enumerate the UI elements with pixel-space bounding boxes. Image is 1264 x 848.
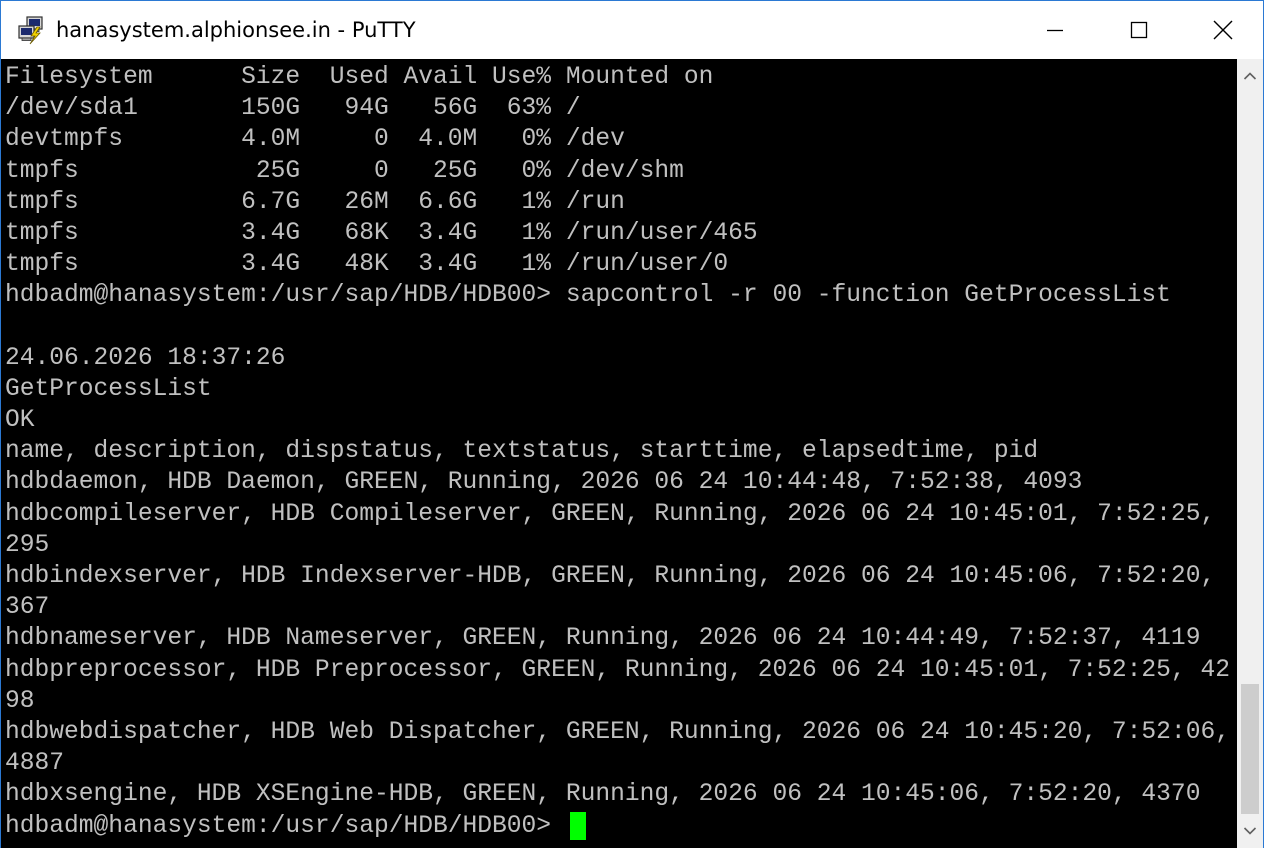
title-bar[interactable]: hanasystem.alphionsee.in - PuTTY: [1, 1, 1263, 59]
scroll-up-button[interactable]: [1237, 59, 1263, 93]
terminal-line: hdbindexserver, HDB Indexserver-HDB, GRE…: [5, 563, 1216, 590]
terminal-line: hdbpreprocessor, HDB Preprocessor, GREEN…: [5, 656, 1230, 684]
close-icon: [1213, 20, 1233, 40]
minimize-button[interactable]: [1013, 1, 1097, 59]
close-button[interactable]: [1181, 1, 1264, 59]
terminal-line: name, description, dispstatus, textstatu…: [5, 438, 1039, 466]
terminal-line: 295: [5, 531, 50, 559]
text-cursor: [569, 812, 586, 841]
putty-icon[interactable]: [17, 15, 47, 45]
terminal-line: tmpfs 3.4G 68K 3.4G 1% /run/user/465: [5, 219, 758, 247]
scroll-thumb[interactable]: [1241, 684, 1259, 814]
terminal-line: /dev/sda1 150G 94G 56G 63% /: [5, 95, 581, 123]
terminal-line: GetProcessList: [5, 375, 212, 403]
terminal-line: hdbwebdispatcher, HDB Web Dispatcher, GR…: [5, 718, 1230, 746]
terminal-line: 98: [5, 687, 35, 715]
terminal-line: OK: [5, 407, 35, 435]
terminal-line: 367: [5, 594, 50, 622]
terminal-line: hdbadm@hanasystem:/usr/sap/HDB/HDB00> sa…: [5, 282, 1171, 310]
terminal-line: tmpfs 3.4G 48K 3.4G 1% /run/user/0: [5, 251, 729, 279]
terminal-prompt-line: hdbadm@hanasystem:/usr/sap/HDB/HDB00>: [5, 811, 1230, 842]
terminal-output: Filesystem Size Used Avail Use% Mounted …: [5, 62, 1230, 842]
shell-prompt: hdbadm@hanasystem:/usr/sap/HDB/HDB00>: [5, 812, 566, 840]
terminal-line: hdbcompileserver, HDB Compileserver, GRE…: [5, 500, 1216, 528]
terminal-line: Filesystem Size Used Avail Use% Mounted …: [5, 64, 714, 91]
maximize-button[interactable]: [1097, 1, 1181, 59]
scroll-down-arrow-icon: [1243, 827, 1257, 835]
window-title: hanasystem.alphionsee.in - PuTTY: [56, 18, 416, 42]
minimize-icon: [1047, 29, 1063, 32]
terminal-line: tmpfs 25G 0 25G 0% /dev/shm: [5, 157, 684, 185]
terminal-line: hdbdaemon, HDB Daemon, GREEN, Running, 2…: [5, 469, 1083, 497]
vertical-scrollbar[interactable]: [1237, 59, 1263, 848]
scroll-down-button[interactable]: [1237, 814, 1263, 848]
scroll-up-arrow-icon: [1243, 72, 1257, 80]
terminal-line: tmpfs 6.7G 26M 6.6G 1% /run: [5, 188, 625, 216]
maximize-icon: [1130, 21, 1148, 39]
terminal-line: 4887: [5, 750, 65, 778]
terminal-line: hdbnameserver, HDB Nameserver, GREEN, Ru…: [5, 625, 1201, 653]
terminal-area[interactable]: Filesystem Size Used Avail Use% Mounted …: [1, 59, 1237, 848]
terminal-line: devtmpfs 4.0M 0 4.0M 0% /dev: [5, 126, 625, 154]
terminal-line: hdbxsengine, HDB XSEngine-HDB, GREEN, Ru…: [5, 781, 1201, 809]
terminal-line: 24.06.2026 18:37:26: [5, 344, 286, 372]
scroll-track[interactable]: [1237, 93, 1263, 814]
putty-window: hanasystem.alphionsee.in - PuTTY Filesys…: [0, 0, 1264, 848]
